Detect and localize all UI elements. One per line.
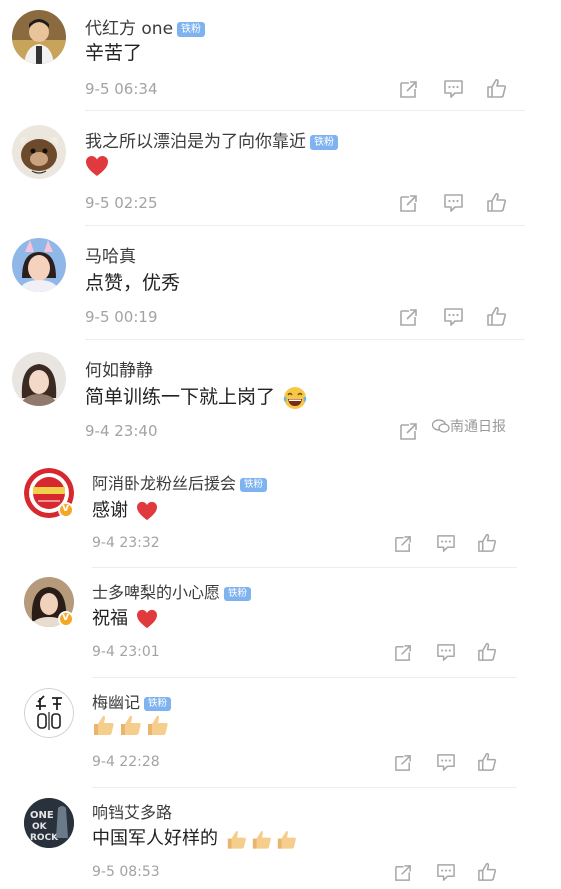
comment-icon[interactable] [436, 534, 456, 553]
share-icon[interactable] [394, 534, 413, 553]
comment-text: 简单训练一下就上岗了 [85, 382, 307, 410]
avatar[interactable] [12, 352, 66, 406]
fan-badge: 铁粉 [240, 478, 268, 492]
laughing-emoji [283, 386, 307, 410]
svg-text:ONE: ONE [30, 810, 54, 821]
comment-time: 9-5 06:34 [85, 80, 158, 98]
svg-text:OK: OK [32, 822, 48, 832]
like-icon[interactable] [486, 306, 507, 327]
comment-text: 点赞，优秀 [85, 272, 181, 294]
comment-list-lower: 阿消卧龙粉丝后援会铁粉 感谢 9-4 23:32 [0, 458, 561, 889]
comment-time: 9-4 22:28 [92, 754, 160, 770]
comment-text [92, 714, 170, 736]
comment-username[interactable]: 何如静静 [85, 356, 153, 381]
like-icon[interactable] [477, 862, 497, 882]
comment-text: 辛苦了 [85, 42, 143, 64]
fan-badge: 铁粉 [144, 697, 172, 711]
comment-username[interactable]: 响铛艾多路 [92, 799, 172, 823]
comment-item: 梅幽记 铁粉 9-4 22:28 [0, 678, 561, 788]
comment-icon[interactable] [443, 307, 464, 327]
comment-item: 代红方 one 铁粉 辛苦了 9-5 06:34 [0, 0, 561, 112]
comment-text: 感谢 [92, 496, 158, 522]
comment-text: 祝福 [92, 604, 158, 630]
avatar[interactable] [24, 688, 74, 738]
share-icon[interactable] [394, 863, 413, 882]
heart-emoji [136, 501, 158, 521]
like-icon[interactable] [477, 642, 497, 662]
comment-item: 何如静静 简单训练一下就上岗了 9-4 23:40 [0, 340, 561, 458]
like-icon[interactable] [486, 78, 507, 99]
like-icon[interactable] [477, 533, 497, 553]
share-icon[interactable] [394, 643, 413, 662]
thumbs-up-emoji [92, 714, 116, 736]
comment-list-upper: 代红方 one 铁粉 辛苦了 9-5 06:34 我之所以漂泊是为了向你靠近 铁… [0, 0, 561, 458]
comment-item: 士多啤梨的小心愿铁粉 祝福 9-4 23:01 [0, 568, 561, 678]
comment-username[interactable]: 我之所以漂泊是为了向你靠近 铁粉 [85, 127, 338, 152]
share-icon[interactable] [394, 753, 413, 772]
thumbs-up-emoji [146, 714, 170, 736]
comment-item: 阿消卧龙粉丝后援会铁粉 感谢 9-4 23:32 [0, 458, 561, 569]
comment-icon[interactable] [436, 753, 456, 772]
comment-time: 9-5 02:25 [85, 194, 158, 212]
comment-time: 9-4 23:01 [92, 644, 160, 660]
comment-text [85, 154, 109, 177]
share-icon[interactable] [399, 307, 419, 327]
verified-badge [58, 501, 74, 518]
comment-username[interactable]: 代红方 one 铁粉 [85, 14, 206, 39]
comment-icon[interactable] [436, 643, 456, 662]
share-icon[interactable] [399, 79, 419, 99]
share-icon[interactable] [399, 193, 419, 213]
fan-badge: 铁粉 [224, 587, 252, 601]
fan-badge: 铁粉 [177, 22, 206, 37]
avatar[interactable]: ONE OK ROCK [24, 798, 74, 848]
comment-username[interactable]: 士多啤梨的小心愿 铁粉 [92, 579, 252, 603]
comment-icon[interactable] [436, 863, 456, 882]
comment-item: 马哈真 点赞，优秀 9-5 00:19 [0, 226, 561, 340]
comment-text: 中国军人好样的 [92, 824, 298, 850]
like-icon[interactable] [477, 752, 497, 772]
share-icon[interactable] [399, 421, 419, 441]
avatar[interactable] [12, 10, 66, 64]
comment-time: 9-5 08:53 [92, 864, 160, 880]
thumbs-up-emoji [119, 714, 143, 736]
heart-emoji [136, 609, 158, 629]
comment-time: 9-5 00:19 [85, 308, 158, 326]
verified-badge [58, 610, 74, 627]
comment-username[interactable]: 阿消卧龙粉丝后援会 铁粉 [92, 470, 268, 494]
comment-icon[interactable] [443, 79, 464, 99]
comment-icon[interactable] [443, 193, 464, 213]
comment-item: ONE OK ROCK 响铛艾多路 中国军人好样的 9-5 08:53 [0, 788, 561, 889]
fan-badge: 铁粉 [310, 135, 338, 150]
wechat-icon [431, 419, 450, 433]
svg-text:ROCK: ROCK [30, 833, 59, 843]
thumbs-up-emoji [251, 829, 273, 850]
comment-username[interactable]: 梅幽记 铁粉 [92, 689, 172, 713]
thumbs-up-emoji [226, 829, 248, 850]
like-icon[interactable] [486, 192, 507, 213]
thumbs-up-emoji [276, 829, 298, 850]
avatar[interactable] [12, 125, 66, 179]
comment-time: 9-4 23:32 [92, 535, 160, 551]
comment-time: 9-4 23:40 [85, 422, 158, 440]
avatar[interactable] [12, 238, 66, 292]
heart-emoji [85, 155, 109, 177]
comment-item: 我之所以漂泊是为了向你靠近 铁粉 9-5 02:25 [0, 112, 561, 226]
comment-username[interactable]: 马哈真 [85, 242, 136, 267]
watermark: 南通日报 [431, 416, 506, 438]
divider [85, 110, 525, 111]
